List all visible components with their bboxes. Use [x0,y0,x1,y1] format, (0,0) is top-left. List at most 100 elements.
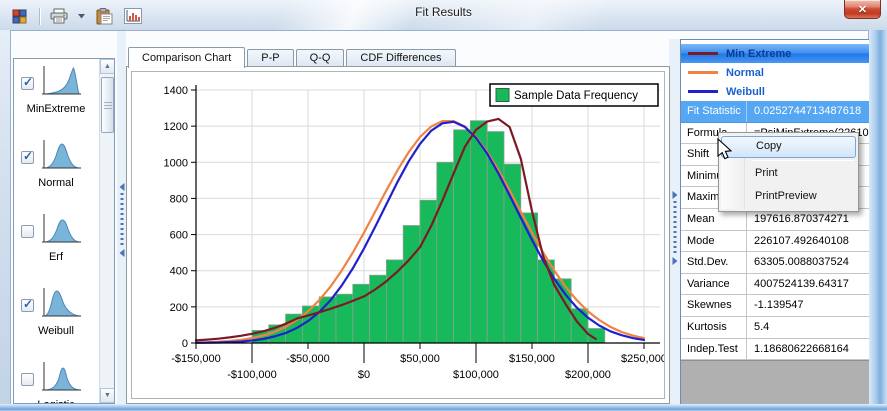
y-tick-label: 1200 [164,121,188,133]
paste-button[interactable] [92,5,116,27]
list-item-normal[interactable]: ✓ Normal [14,137,98,211]
sidebar-scrollbar: ▲ ▼ [99,59,114,403]
toolbar-separator [39,8,40,25]
stat-value: 1.18680622668164 [747,339,870,360]
stats-row-mode[interactable]: Mode 226107.492640108 [681,231,870,253]
bar-chart-icon [124,8,142,24]
collapse-arrow-icon[interactable] [672,191,677,199]
stat-label: Kurtosis [681,317,747,338]
checkbox-weibull[interactable]: ✓ [21,299,34,312]
stat-value: 63305.0088037524 [747,252,870,273]
chart-button[interactable] [121,5,145,27]
histogram-bar [403,226,420,344]
stats-row-std-dev[interactable]: Std.Dev. 63305.0088037524 [681,252,870,274]
x-tick-label: $50,000 [400,353,440,365]
splitter-handle[interactable] [120,193,123,245]
distribution-thumbnail [38,360,84,396]
distribution-label: Weibull [14,325,98,337]
legend-swatch [496,89,509,102]
fit-results-window: Fit Results [0,0,887,411]
stat-label: Mean [681,209,747,230]
printer-icon [50,8,68,24]
stat-value: 4007524139.64317 [747,274,870,295]
y-tick-label: 200 [170,302,188,314]
menu-item-copy[interactable]: Copy [721,136,856,158]
mouse-cursor [716,138,736,167]
fit-legend-row-min-extreme[interactable]: Min Extreme [681,44,870,63]
x-tick-label: $200,000 [565,369,611,381]
menu-item-print[interactable]: Print [721,163,856,185]
stat-label: Mode [681,231,747,252]
stat-label: Fit Statistic [681,101,747,122]
arrow-cursor-icon [716,138,736,162]
tab-comparison-chart[interactable]: Comparison Chart [128,47,245,68]
x-tick-label: -$150,000 [171,353,221,365]
fit-legend-row-weibull[interactable]: Weibull [681,82,870,101]
collapse-arrow-icon[interactable] [119,249,124,257]
stat-label: Skewnes [681,295,747,316]
stat-label: Variance [681,274,747,295]
checkbox-normal[interactable]: ✓ [21,151,34,164]
legend-line-swatch [688,52,718,55]
tiles-button[interactable] [8,5,32,27]
fit-details-panel: Min Extreme Normal Weibull Fit Statistic… [680,39,870,405]
tab-strip: Comparison ChartP-PQ-QCDF Differences [128,46,458,67]
distribution-thumbnail [38,286,84,322]
window-border-right [869,30,887,404]
chart-legend: Sample Data Frequency [490,84,658,106]
menu-item-printpreview[interactable]: PrintPreview [721,186,856,208]
list-item-erf[interactable]: Erf [14,211,98,285]
histogram-bar [538,260,555,343]
chevron-down-icon [78,14,85,19]
client-area: ✓ MinExtreme ✓ Normal Erf [10,30,869,404]
scroll-up-button[interactable]: ▲ [100,59,115,74]
tab-p-p[interactable]: P-P [247,49,293,67]
print-button[interactable] [47,5,71,27]
collapse-arrow-icon[interactable] [672,257,677,265]
list-item-logistic[interactable]: Logistic [14,359,98,404]
window-border-bottom [0,404,887,411]
stat-value: 226107.492640108 [747,231,870,252]
legend-row-label: Min Extreme [726,48,791,60]
scroll-thumb[interactable] [101,77,114,133]
list-item-minextreme[interactable]: ✓ MinExtreme [14,63,98,137]
comparison-chart: 0200400600800100012001400-$150,000-$100,… [132,72,664,398]
tab-page-comparison-chart: 0200400600800100012001400-$150,000-$100,… [126,66,670,404]
right-splitter[interactable] [669,39,680,405]
close-button[interactable]: ✕ [844,0,881,19]
y-tick-label: 400 [170,266,188,278]
stat-label: Std.Dev. [681,252,747,273]
stats-row-kurtosis[interactable]: Kurtosis 5.4 [681,317,870,339]
tab-q-q[interactable]: Q-Q [296,49,345,67]
stats-row-mean[interactable]: Mean 197616.870374271 [681,209,870,231]
stats-row-skewnes[interactable]: Skewnes -1.139547 [681,295,870,317]
checkbox-erf[interactable] [21,225,34,238]
chart-box: 0200400600800100012001400-$150,000-$100,… [131,71,665,399]
collapse-arrow-icon[interactable] [119,183,124,191]
fit-legend-row-normal[interactable]: Normal [681,63,870,82]
distribution-thumbnail [38,138,84,174]
left-splitter[interactable] [117,31,126,405]
splitter-handle[interactable] [673,201,676,253]
stat-value: 197616.870374271 [747,209,870,230]
stats-row-fit-statistic[interactable]: Fit Statistic 0.0252744713487618 [681,101,870,123]
histogram-bar [470,121,487,343]
tab-cdf-differences[interactable]: CDF Differences [346,49,455,67]
stat-value: -1.139547 [747,295,870,316]
checkbox-logistic[interactable] [21,373,34,386]
distribution-label: MinExtreme [14,103,98,115]
list-item-weibull[interactable]: ✓ Weibull [14,285,98,359]
stats-row-variance[interactable]: Variance 4007524139.64317 [681,274,870,296]
panel-filler [681,360,870,405]
histogram-bar [370,275,387,343]
stats-row-indep-test[interactable]: Indep.Test 1.18680622668164 [681,339,870,361]
menu-separator [751,160,854,161]
print-dropdown-button[interactable] [76,5,87,27]
histogram-bar [487,132,504,343]
scroll-down-button[interactable]: ▼ [100,388,115,403]
check-icon: ✓ [23,297,33,311]
distribution-label: Erf [14,251,98,263]
tiles-icon [12,8,28,24]
context-menu: Copy PrintPrintPreview [718,132,859,212]
checkbox-minextreme[interactable]: ✓ [21,77,34,90]
